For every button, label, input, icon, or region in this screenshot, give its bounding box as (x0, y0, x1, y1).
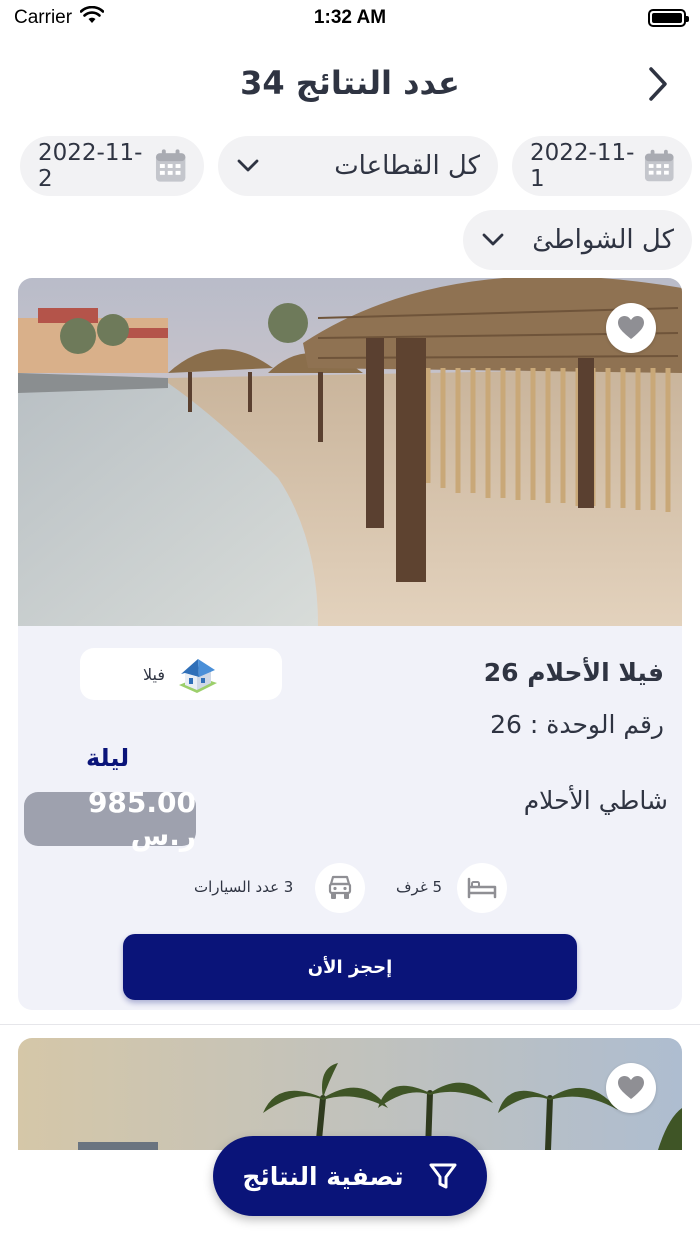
calendar-icon (155, 149, 186, 182)
list-divider (0, 1024, 700, 1025)
cars-count: 3 عدد السيارات (194, 878, 294, 896)
carrier-label: Carrier (14, 7, 73, 28)
favorite-button-2[interactable] (606, 1063, 656, 1113)
sector-select[interactable]: كل القطاعات (218, 136, 498, 196)
unit-name: فيلا الأحلام 26 (483, 658, 664, 687)
date-from-field[interactable]: 2022-11-1 (512, 136, 692, 196)
status-time: 1:32 AM (313, 7, 387, 28)
status-left: Carrier (14, 5, 105, 30)
date-to-value: 2022-11-2 (38, 140, 143, 192)
battery-icon (648, 9, 689, 27)
chevron-right-icon (649, 67, 667, 101)
chevron-down-icon (237, 159, 259, 172)
calendar-icon (644, 149, 674, 182)
beach-select-value: كل الشواطئ (532, 225, 674, 255)
price-unit-label: ليلة (86, 744, 130, 772)
unit-type-label: فيلا (142, 664, 166, 684)
cars-feature (315, 863, 365, 913)
unit-number: رقم الوحدة : 26 (490, 710, 664, 739)
unit-type-chip: فيلا (80, 648, 282, 700)
date-to-field[interactable]: 2022-11-2 (20, 136, 204, 196)
listing-card[interactable]: فيلا الأحلام 26 رقم الوحدة : 26 شاطي الأ… (18, 278, 682, 1010)
bed-icon (467, 877, 497, 899)
results-count-title: عدد النتائج 34 (240, 64, 460, 102)
chevron-down-icon (482, 233, 504, 246)
sector-select-value: كل القطاعات (334, 151, 480, 181)
book-now-button[interactable]: إحجز الأن (123, 934, 577, 1000)
heart-icon (618, 1076, 644, 1099)
date-from-value: 2022-11-1 (530, 140, 635, 192)
price-badge: 985.00 ر.س (24, 786, 196, 852)
filter-results-button[interactable]: تصفية النتائج (213, 1136, 487, 1216)
beach-photo-illustration (18, 278, 682, 626)
back-button[interactable] (640, 64, 676, 104)
beach-select[interactable]: كل الشواطئ (463, 210, 692, 270)
favorite-button[interactable] (606, 303, 656, 353)
status-bar: Carrier 1:32 AM (0, 0, 700, 36)
filter-icon (429, 1163, 457, 1189)
villa-icon (179, 659, 218, 693)
wifi-icon (79, 5, 105, 30)
header: عدد النتائج 34 (0, 50, 700, 116)
filter-results-label: تصفية النتائج (242, 1161, 404, 1191)
listing-photo[interactable] (18, 278, 682, 626)
listing-photo-2 (18, 1038, 682, 1150)
listing-card-2[interactable] (18, 1038, 682, 1150)
heart-icon (618, 316, 644, 339)
rooms-count: 5 غرف (396, 878, 442, 896)
beach-name: شاطي الأحلام (523, 786, 668, 815)
rooms-feature (457, 863, 507, 913)
car-icon (328, 875, 352, 899)
